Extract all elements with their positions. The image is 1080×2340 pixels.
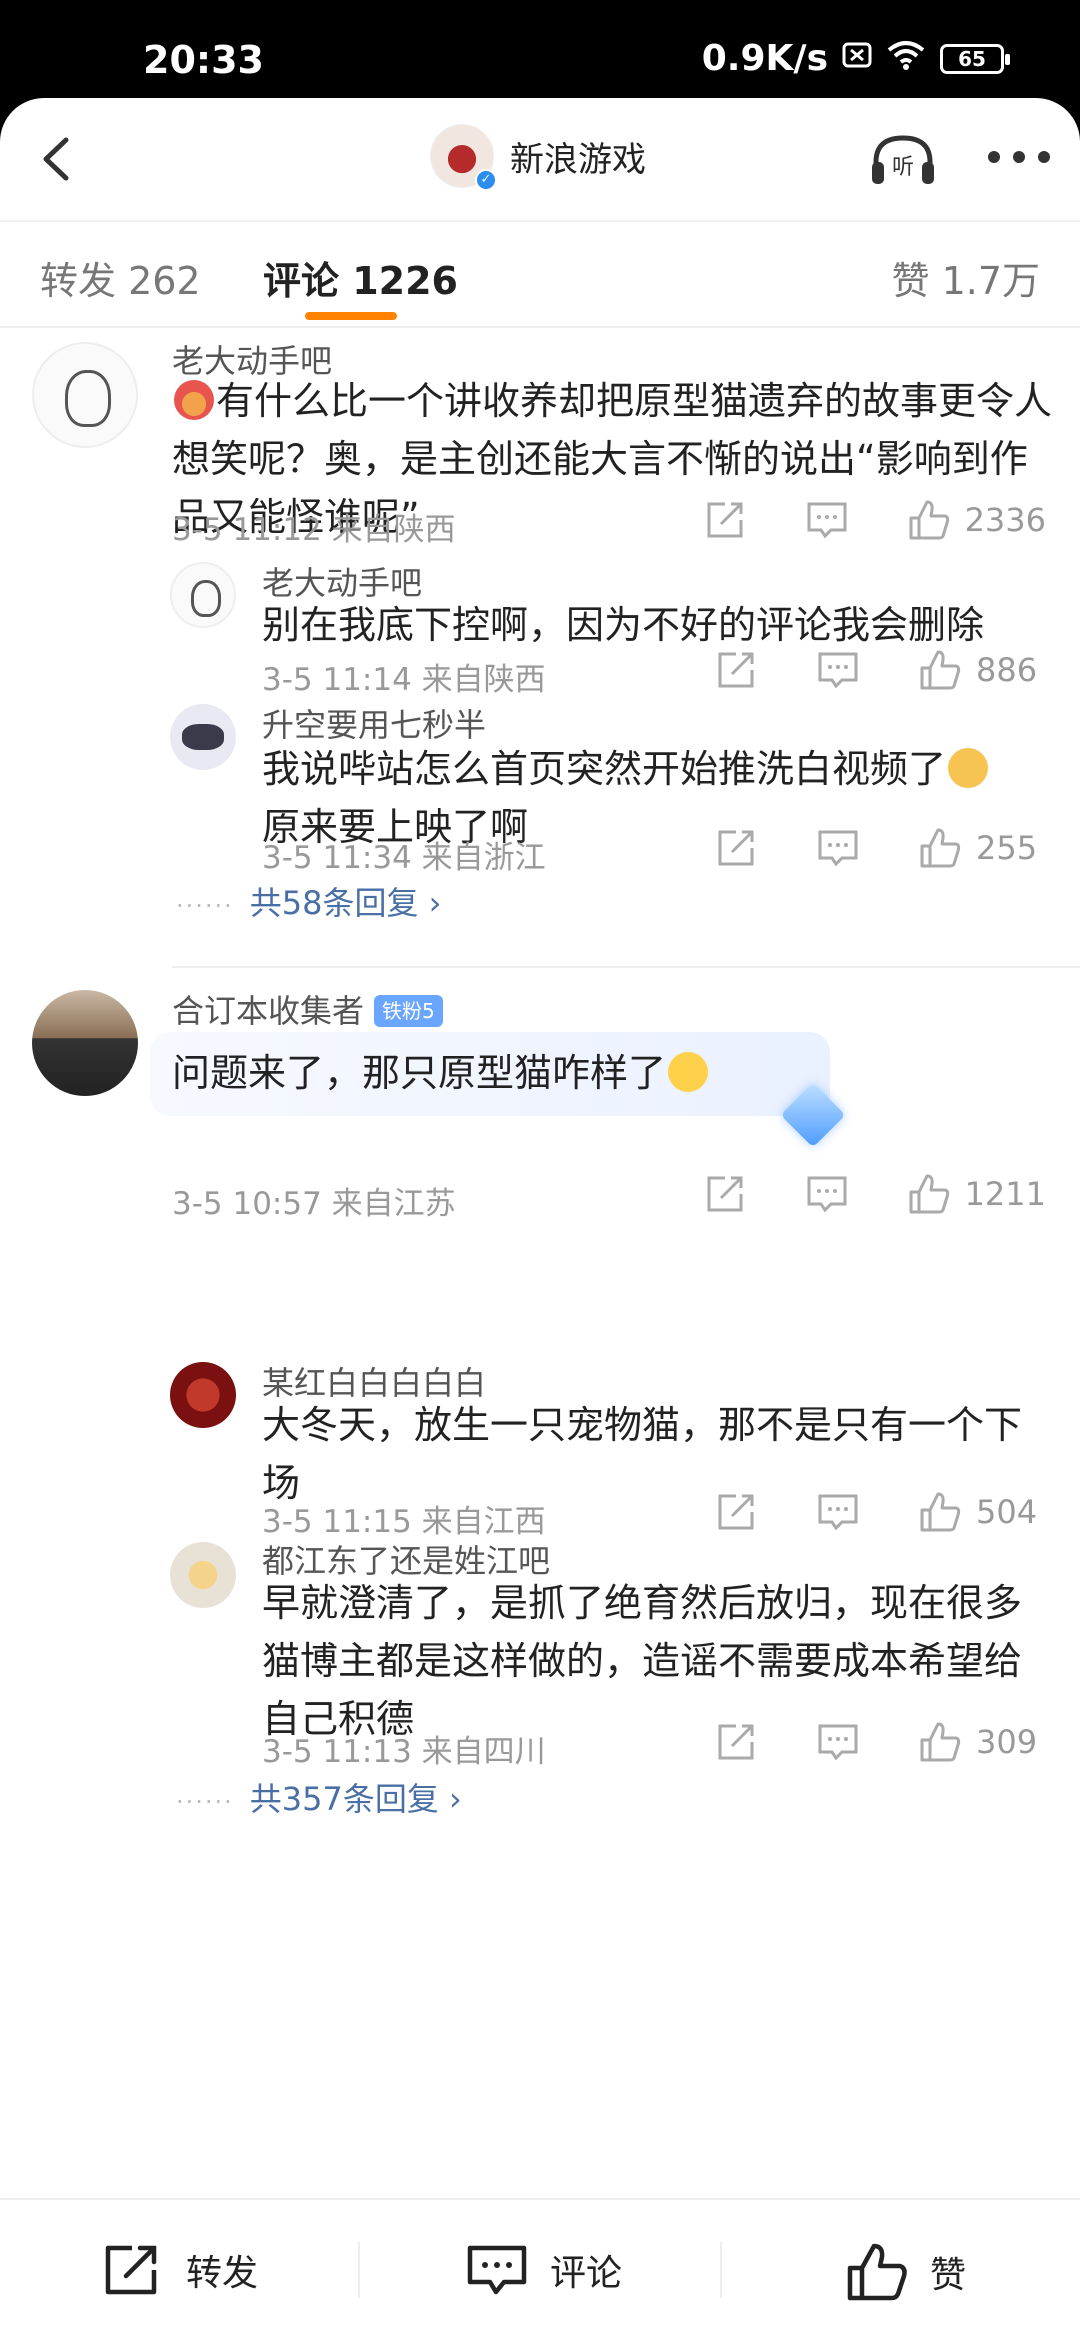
avatar[interactable] (170, 1362, 236, 1428)
repost-icon[interactable] (714, 826, 758, 870)
emoji-icon (174, 380, 214, 420)
bottom-repost-button[interactable]: 转发 (102, 2242, 258, 2298)
status-bar: 20:33 0.9K/s 65 (0, 0, 1080, 105)
fan-badge: 铁粉5 (374, 995, 443, 1027)
no-sim-icon (842, 38, 872, 79)
more-replies-link[interactable]: ······ 共357条回复 › (176, 1774, 462, 1820)
like-count: 886 (976, 651, 1038, 689)
avatar[interactable] (170, 704, 236, 770)
bottom-repost-label: 转发 (186, 2253, 259, 2294)
app-screen: ✓ 新浪游戏 听 转发 262 评论 1226 赞 1.7万 老大动手吧 有什么… (0, 98, 1080, 2340)
thumbs-up-icon[interactable] (907, 1172, 951, 1216)
reply-text: 别在我底下控啊，因为不好的评论我会删除 (262, 603, 985, 647)
tab-likes[interactable]: 赞 1.7万 (891, 250, 1040, 305)
reply-meta: 3-5 11:15 来自江西 (262, 1504, 546, 1540)
reply-icon[interactable] (805, 1172, 849, 1216)
listen-icon[interactable]: 听 (868, 132, 938, 188)
bottom-divider (358, 2242, 360, 2298)
reply-icon[interactable] (816, 826, 860, 870)
reply-actions: 886 (656, 648, 1046, 692)
account-avatar[interactable]: ✓ (430, 124, 497, 191)
active-tab-indicator (305, 312, 397, 320)
bottom-comment-label: 评论 (550, 2253, 623, 2294)
reply-icon[interactable] (816, 1720, 860, 1764)
repost-icon[interactable] (703, 1172, 747, 1216)
comment-text: 问题来了，那只原型猫咋样了 (172, 1044, 832, 1102)
comment-meta: 3-5 10:57 来自江苏 (172, 1186, 456, 1222)
reply-icon[interactable] (816, 1490, 860, 1534)
more-replies-link[interactable]: ······ 共58条回复 › (176, 878, 441, 924)
repost-icon[interactable] (703, 498, 747, 542)
like-button[interactable]: 504 (918, 1490, 1046, 1534)
reply-meta: 3-5 11:34 来自浙江 (262, 840, 546, 876)
like-count: 504 (976, 1493, 1038, 1531)
status-indicators: 0.9K/s 65 (701, 38, 1010, 79)
thumbs-up-icon[interactable] (918, 1490, 962, 1534)
tab-comments[interactable]: 评论 1226 (263, 250, 458, 305)
thumbs-up-icon[interactable] (918, 648, 962, 692)
like-count: 309 (976, 1723, 1038, 1761)
avatar[interactable] (170, 562, 236, 628)
reply-actions: 309 (656, 1720, 1046, 1764)
like-count: 2336 (964, 501, 1046, 539)
avatar[interactable] (170, 1542, 236, 1608)
thumbs-up-icon (847, 2243, 907, 2301)
thinking-emoji-icon (668, 1052, 709, 1092)
avatar[interactable] (32, 342, 138, 448)
comment-author[interactable]: 合订本收集者 铁粉5 (172, 986, 443, 1032)
repost-icon[interactable] (714, 1490, 758, 1534)
status-time: 20:33 (143, 38, 264, 82)
account-name[interactable]: 新浪游戏 (510, 132, 646, 181)
reply-actions: 255 (656, 826, 1046, 870)
like-button[interactable]: 2336 (907, 498, 1046, 542)
bottom-comment-button[interactable]: 评论 (466, 2242, 622, 2298)
like-count: 1211 (964, 1175, 1046, 1213)
like-button[interactable]: 886 (918, 648, 1046, 692)
like-count: 255 (976, 829, 1038, 867)
repost-icon (105, 2245, 157, 2295)
comment-actions: 1211 (645, 1172, 1046, 1216)
tab-bar: 转发 262 评论 1226 赞 1.7万 (0, 220, 1080, 328)
back-arrow-icon[interactable] (34, 134, 84, 184)
thumbs-up-icon[interactable] (918, 826, 962, 870)
top-nav: ✓ 新浪游戏 听 (0, 98, 1080, 220)
svg-text:听: 听 (892, 155, 914, 180)
comment-meta: 3-5 11:12 来自陕西 (172, 512, 456, 548)
like-button[interactable]: 1211 (907, 1172, 1046, 1216)
avatar[interactable] (32, 990, 138, 1096)
network-speed: 0.9K/s (701, 38, 828, 79)
reply-meta: 3-5 11:13 来自四川 (262, 1734, 546, 1770)
wifi-icon (886, 38, 926, 79)
comment-divider (172, 966, 1080, 968)
battery-icon: 65 (940, 43, 1010, 74)
more-options-icon[interactable] (988, 142, 1050, 172)
comment-icon (467, 2245, 527, 2295)
verified-icon: ✓ (475, 169, 497, 191)
bottom-like-label: 赞 (930, 2255, 967, 2296)
reply-icon[interactable] (816, 648, 860, 692)
like-button[interactable]: 255 (918, 826, 1046, 870)
repost-icon[interactable] (714, 1720, 758, 1764)
thumbs-up-icon[interactable] (918, 1720, 962, 1764)
comment-actions: 2336 (645, 498, 1046, 542)
bottom-divider (720, 2242, 722, 2298)
bottom-action-bar: 转发 评论 赞 (0, 2198, 1080, 2340)
repost-icon[interactable] (714, 648, 758, 692)
like-button[interactable]: 309 (918, 1720, 1046, 1764)
account-header[interactable]: ✓ 新浪游戏 (430, 124, 646, 191)
reply-meta: 3-5 11:14 来自陕西 (262, 662, 546, 698)
reply-icon[interactable] (805, 498, 849, 542)
doge-emoji-icon (948, 748, 989, 788)
thumbs-up-icon[interactable] (907, 498, 951, 542)
bottom-like-button[interactable]: 赞 (846, 2242, 966, 2302)
tab-repost[interactable]: 转发 262 (40, 250, 201, 305)
reply-actions: 504 (656, 1490, 1046, 1534)
